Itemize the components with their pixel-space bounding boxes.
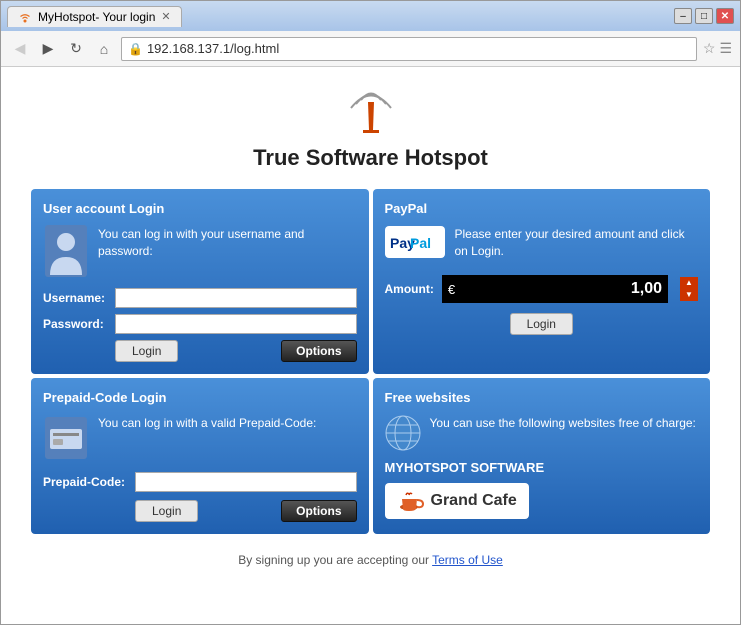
- coffee-cup-icon: [397, 487, 425, 515]
- cafe-name: Grand Cafe: [431, 492, 517, 510]
- cafe-badge: Grand Cafe: [385, 483, 529, 519]
- amount-input-wrapper[interactable]: € 1,00: [442, 275, 668, 303]
- paypal-panel: PayPal Pay Pal Please enter your desired…: [373, 189, 711, 374]
- title-bar: MyHotspot- Your login ✕ – □ ✕: [1, 1, 740, 31]
- password-input[interactable]: [115, 314, 357, 334]
- username-row: Username:: [43, 288, 357, 308]
- password-row: Password:: [43, 314, 357, 334]
- window-controls: – □ ✕: [674, 8, 734, 24]
- forward-btn[interactable]: ▶: [37, 38, 59, 60]
- prepaid-description: You can log in with a valid Prepaid-Code…: [98, 415, 316, 460]
- free-brand: MYHOTSPOT SOFTWARE: [385, 460, 699, 475]
- page-title: True Software Hotspot: [31, 145, 710, 171]
- minimize-btn[interactable]: –: [674, 8, 692, 24]
- free-panel-title: Free websites: [385, 390, 699, 405]
- terms-of-use-link[interactable]: Terms of Use: [432, 553, 503, 567]
- amount-up-btn[interactable]: ▲: [680, 277, 698, 289]
- url-text: 192.168.137.1/log.html: [147, 41, 279, 56]
- svg-text:Pal: Pal: [410, 235, 431, 251]
- prepaid-code-label: Prepaid-Code:: [43, 475, 135, 489]
- url-bar[interactable]: 🔒 192.168.137.1/log.html: [121, 37, 697, 61]
- prepaid-icon: [43, 415, 88, 460]
- address-bar: ◀ ▶ ↻ ⌂ 🔒 192.168.137.1/log.html ☆ ☰: [1, 31, 740, 67]
- tab-close-btn[interactable]: ✕: [161, 10, 170, 23]
- prepaid-login-btn[interactable]: Login: [135, 500, 198, 522]
- reload-btn[interactable]: ↻: [65, 38, 87, 60]
- paypal-description: Please enter your desired amount and cli…: [455, 226, 699, 261]
- page-content: True Software Hotspot User account Login: [1, 67, 740, 624]
- euro-sign: €: [448, 282, 455, 297]
- paypal-panel-title: PayPal: [385, 201, 699, 216]
- free-websites-panel: Free websites You can use the following …: [373, 378, 711, 534]
- username-input[interactable]: [115, 288, 357, 308]
- amount-down-btn[interactable]: ▼: [680, 289, 698, 301]
- browser-tab[interactable]: MyHotspot- Your login ✕: [7, 6, 182, 27]
- password-label: Password:: [43, 317, 115, 331]
- user-account-panel: User account Login You can log in with y…: [31, 189, 369, 374]
- user-description: You can log in with your username and pa…: [98, 226, 357, 276]
- wifi-tower-icon: [341, 82, 401, 137]
- tab-favicon: [18, 10, 32, 24]
- amount-spinner: ▲ ▼: [680, 277, 698, 301]
- username-label: Username:: [43, 291, 115, 305]
- user-panel-title: User account Login: [43, 201, 357, 216]
- paypal-logo: Pay Pal: [385, 226, 445, 261]
- maximize-btn[interactable]: □: [695, 8, 713, 24]
- prepaid-options-btn[interactable]: Options: [281, 500, 356, 522]
- menu-icon[interactable]: ☰: [719, 40, 732, 57]
- prepaid-panel-title: Prepaid-Code Login: [43, 390, 357, 405]
- footer-text: By signing up you are accepting our: [238, 553, 432, 567]
- page-footer: By signing up you are accepting our Term…: [31, 548, 710, 572]
- home-btn[interactable]: ⌂: [93, 38, 115, 60]
- tab-label: MyHotspot- Your login: [38, 10, 155, 24]
- prepaid-panel: Prepaid-Code Login You can log in with a…: [31, 378, 369, 534]
- hotspot-header: True Software Hotspot: [31, 82, 710, 171]
- bookmark-icon[interactable]: ☆: [703, 40, 716, 57]
- user-avatar-icon: [43, 226, 88, 276]
- user-login-btn[interactable]: Login: [115, 340, 178, 362]
- amount-label: Amount:: [385, 282, 434, 296]
- amount-value: 1,00: [459, 280, 662, 298]
- prepaid-code-row: Prepaid-Code:: [43, 472, 357, 492]
- globe-icon: [385, 415, 420, 450]
- close-btn[interactable]: ✕: [716, 8, 734, 24]
- paypal-login-btn[interactable]: Login: [510, 313, 573, 335]
- amount-row: Amount: € 1,00 ▲ ▼: [385, 275, 699, 303]
- prepaid-code-input[interactable]: [135, 472, 357, 492]
- back-btn[interactable]: ◀: [9, 38, 31, 60]
- free-description: You can use the following websites free …: [430, 415, 696, 450]
- user-options-btn[interactable]: Options: [281, 340, 356, 362]
- panels-grid: User account Login You can log in with y…: [31, 189, 710, 534]
